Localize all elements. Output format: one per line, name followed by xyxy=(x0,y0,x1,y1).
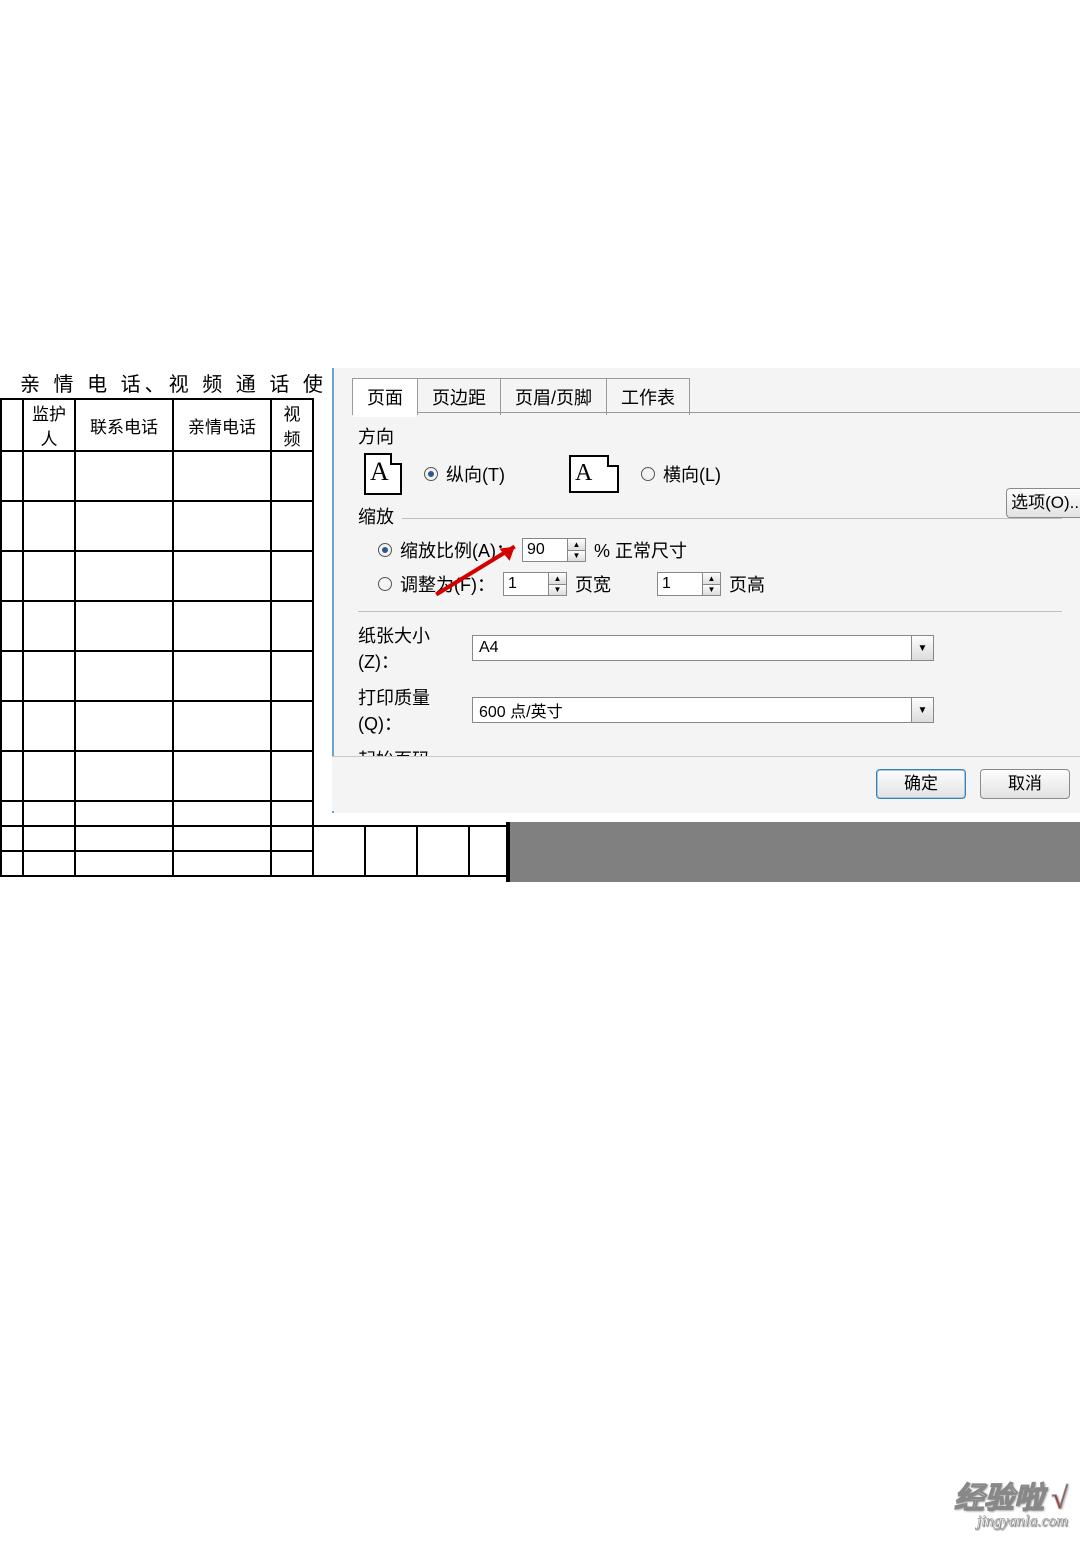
table-row xyxy=(1,701,313,751)
background-table: 监护人 联系电话 亲情电话 视频 xyxy=(0,398,314,852)
print-quality-combo[interactable]: ▼ xyxy=(472,697,934,723)
table-row xyxy=(1,551,313,601)
table-header: 视频 xyxy=(271,399,313,451)
tab-sheet[interactable]: 工作表 xyxy=(606,378,690,415)
spinner-down-icon[interactable]: ▼ xyxy=(703,585,720,596)
radio-icon xyxy=(378,543,392,557)
dialog-button-row: 确定 取消 xyxy=(332,756,1080,811)
checkmark-icon: √ xyxy=(1052,1482,1068,1515)
dropdown-icon[interactable]: ▼ xyxy=(912,697,934,723)
spinner-down-icon[interactable]: ▼ xyxy=(549,585,566,596)
page-setup-dialog: 页面 页边距 页眉/页脚 工作表 选项(O)... 方向 A 纵向(T) A 横… xyxy=(332,368,1080,813)
radio-icon xyxy=(378,577,392,591)
paper-size-label: 纸张大小(Z)： xyxy=(358,622,464,674)
tab-strip: 页面 页边距 页眉/页脚 工作表 xyxy=(334,368,1080,415)
dropdown-icon[interactable]: ▼ xyxy=(912,635,934,661)
scale-spinner[interactable]: ▲▼ xyxy=(522,538,586,562)
table-header xyxy=(1,399,23,451)
table-header: 联系电话 xyxy=(75,399,173,451)
spinner-up-icon[interactable]: ▲ xyxy=(568,539,585,551)
watermark-text: 经验啦 xyxy=(954,1482,1044,1515)
watermark: 经验啦 √ jingyanla.com xyxy=(954,1473,1068,1531)
tab-header-footer[interactable]: 页眉/页脚 xyxy=(500,378,607,415)
fit-height-spinner[interactable]: ▲▼ xyxy=(657,572,721,596)
fit-width-spinner[interactable]: ▲▼ xyxy=(503,572,567,596)
scale-radio[interactable]: 缩放比例(A)： xyxy=(378,537,514,563)
scale-input[interactable] xyxy=(522,538,568,562)
zoom-group-label: 缩放 xyxy=(358,503,394,529)
table-row xyxy=(1,651,313,701)
print-preview-border xyxy=(506,822,510,882)
paper-size-input[interactable] xyxy=(472,635,912,661)
cancel-button[interactable]: 取消 xyxy=(980,769,1070,799)
fit-width-input[interactable] xyxy=(503,572,549,596)
table-header: 监护人 xyxy=(23,399,75,451)
portrait-radio[interactable]: 纵向(T) xyxy=(424,461,505,487)
table-row xyxy=(1,751,313,801)
table-row xyxy=(1,451,313,501)
radio-icon xyxy=(641,467,655,481)
spinner-up-icon[interactable]: ▲ xyxy=(549,573,566,585)
table-row xyxy=(1,601,313,651)
spinner-up-icon[interactable]: ▲ xyxy=(703,573,720,585)
table-header-row: 监护人 联系电话 亲情电话 视频 xyxy=(1,399,313,451)
print-quality-input[interactable] xyxy=(472,697,912,723)
scale-suffix: % 正常尺寸 xyxy=(594,537,687,563)
spinner-down-icon[interactable]: ▼ xyxy=(568,551,585,562)
landscape-page-icon: A xyxy=(569,455,619,493)
orientation-group-label: 方向 xyxy=(358,423,1062,449)
fit-width-suffix: 页宽 xyxy=(575,571,611,597)
print-quality-label: 打印质量(Q)： xyxy=(358,684,464,736)
fit-height-input[interactable] xyxy=(657,572,703,596)
tab-margins[interactable]: 页边距 xyxy=(417,378,501,415)
table-header: 亲情电话 xyxy=(173,399,271,451)
fit-to-radio[interactable]: 调整为(F)： xyxy=(378,571,495,597)
background-table-extension xyxy=(0,825,510,877)
paper-size-combo[interactable]: ▼ xyxy=(472,635,934,661)
fit-height-suffix: 页高 xyxy=(729,571,765,597)
tab-page[interactable]: 页面 xyxy=(352,378,418,415)
landscape-radio[interactable]: 横向(L) xyxy=(641,461,721,487)
table-row xyxy=(1,501,313,551)
ok-button[interactable]: 确定 xyxy=(876,769,966,799)
radio-icon xyxy=(424,467,438,481)
portrait-page-icon: A xyxy=(364,453,402,495)
print-preview-gray-area xyxy=(508,822,1080,882)
